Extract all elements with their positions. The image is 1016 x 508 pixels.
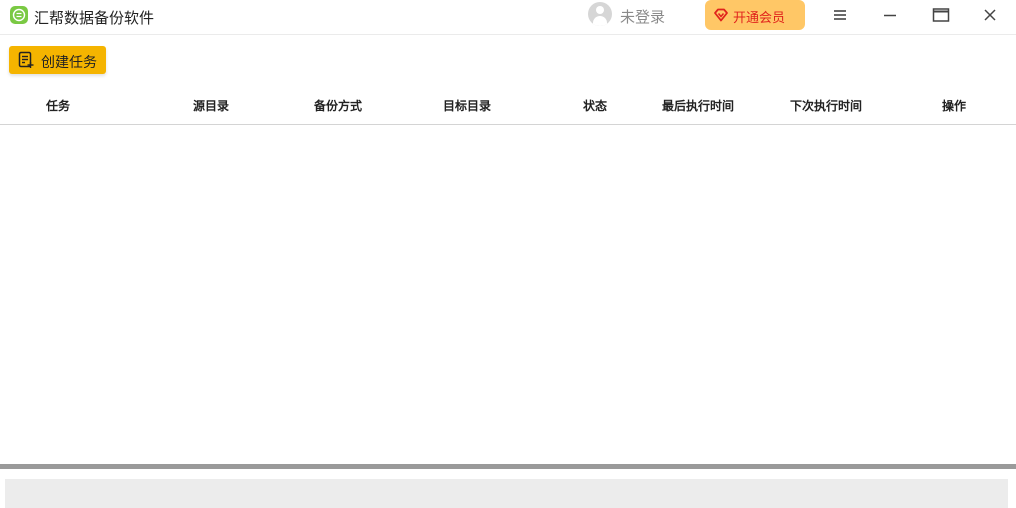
column-header-target-dir[interactable]: 目标目录 [443, 97, 491, 114]
column-header-task[interactable]: 任务 [46, 97, 70, 114]
task-table-body [0, 125, 1016, 464]
column-header-status[interactable]: 状态 [583, 97, 607, 114]
maximize-button[interactable] [928, 4, 952, 26]
create-task-label: 创建任务 [41, 55, 97, 71]
avatar-icon[interactable] [588, 2, 612, 26]
minimize-button[interactable] [878, 4, 902, 26]
create-task-icon [18, 51, 34, 68]
hamburger-menu-icon [834, 10, 846, 20]
app-title: 汇帮数据备份软件 [34, 9, 155, 27]
login-status[interactable]: 未登录 [620, 6, 665, 27]
title-bar: 汇帮数据备份软件 未登录 开通会员 [0, 0, 1016, 35]
vip-button[interactable]: 开通会员 [705, 0, 805, 30]
minimize-icon [884, 14, 896, 17]
maximize-icon [932, 8, 950, 22]
panel-splitter[interactable] [0, 464, 1016, 469]
column-header-source-dir[interactable]: 源目录 [193, 97, 229, 114]
vip-label: 开通会员 [733, 11, 786, 26]
diamond-icon [714, 8, 728, 22]
column-header-last-run[interactable]: 最后执行时间 [662, 97, 734, 114]
column-header-next-run[interactable]: 下次执行时间 [790, 97, 862, 114]
column-header-actions[interactable]: 操作 [942, 97, 966, 114]
menu-button[interactable] [828, 4, 852, 26]
create-task-button[interactable]: 创建任务 [9, 46, 106, 74]
close-icon [984, 9, 996, 21]
table-header: 任务 源目录 备份方式 目标目录 状态 最后执行时间 下次执行时间 操作 [0, 86, 1016, 125]
close-button[interactable] [978, 4, 1002, 26]
column-header-backup-mode[interactable]: 备份方式 [314, 97, 362, 114]
app-logo-icon [10, 6, 28, 24]
bottom-log-panel [5, 479, 1008, 508]
